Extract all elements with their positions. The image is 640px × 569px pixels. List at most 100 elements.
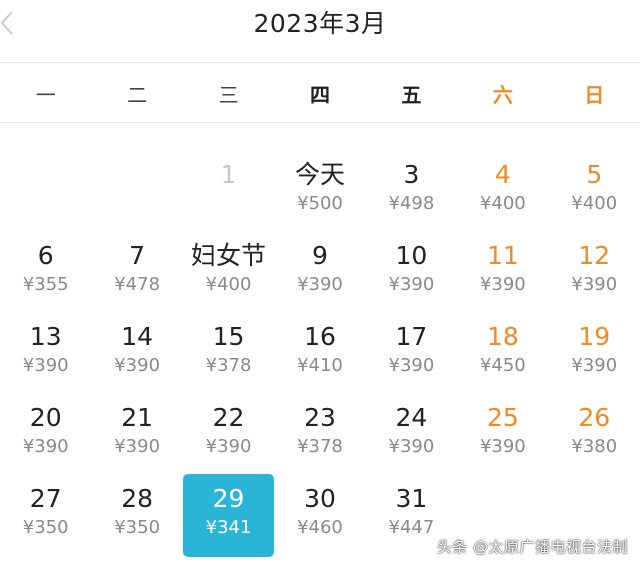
day-number: 29	[212, 484, 245, 513]
day-number: 4	[494, 160, 511, 189]
weekday-fri: 五	[401, 82, 422, 107]
day-cell[interactable]: 18 ¥450	[457, 312, 548, 393]
day-cell[interactable]: 21 ¥390	[91, 393, 182, 474]
day-number: 14	[121, 322, 154, 351]
day-price: ¥350	[114, 517, 161, 538]
day-cell[interactable]: 11 ¥390	[457, 231, 548, 312]
day-cell[interactable]: 13 ¥390	[0, 312, 91, 393]
day-cell[interactable]: 今天 ¥500	[274, 150, 365, 231]
day-number: 20	[29, 403, 62, 432]
weekday-row: 一 二 三 四 五 六 日	[0, 62, 640, 123]
weekday-tue: 二	[127, 82, 148, 107]
day-number: 3	[403, 160, 420, 189]
day-cell[interactable]: 20 ¥390	[0, 393, 91, 474]
day-number: 12	[578, 241, 611, 270]
day-price: ¥390	[571, 355, 618, 376]
day-cell-empty	[91, 150, 182, 231]
day-price: ¥378	[297, 436, 343, 457]
day-cell[interactable]: 22 ¥390	[183, 393, 274, 474]
day-price: ¥500	[297, 193, 343, 214]
day-number: 10	[395, 241, 428, 270]
day-cell[interactable]: 30 ¥460	[274, 474, 365, 555]
month-title: 2023年3月	[253, 9, 387, 38]
day-cell[interactable]: 26 ¥380	[549, 393, 640, 474]
watermark: 头条 @太原广播电视台法制	[436, 538, 628, 556]
day-cell[interactable]: 23 ¥378	[274, 393, 365, 474]
day-cell[interactable]: 6 ¥355	[0, 231, 91, 312]
day-price: ¥447	[388, 517, 435, 538]
day-cell[interactable]: 24 ¥390	[366, 393, 457, 474]
day-price: ¥400	[479, 193, 526, 214]
day-price: ¥350	[22, 517, 69, 538]
day-number: 妇女节	[191, 241, 267, 270]
day-cell[interactable]: 25 ¥390	[457, 393, 548, 474]
day-cell: 1	[183, 150, 274, 231]
day-number: 9	[312, 241, 328, 270]
day-price: ¥400	[571, 193, 618, 214]
day-price: ¥380	[571, 436, 618, 457]
day-price: ¥390	[22, 436, 69, 457]
day-number: 22	[212, 403, 245, 432]
day-price: ¥478	[114, 274, 161, 295]
day-cell[interactable]: 3 ¥498	[366, 150, 457, 231]
day-number: 5	[586, 160, 603, 189]
day-cell[interactable]: 4 ¥400	[457, 150, 548, 231]
day-price: ¥378	[205, 355, 252, 376]
calendar-header: 2023年3月	[0, 0, 640, 63]
calendar-grid: 1 今天 ¥500 3 ¥498 4 ¥400 5 ¥400 6 ¥355 7 ¥478 妇女节 ¥400 9…	[0, 150, 640, 557]
day-price: ¥390	[114, 436, 161, 457]
day-cell[interactable]: 10 ¥390	[366, 231, 457, 312]
day-cell-selected[interactable]: 29 ¥341	[182, 474, 275, 557]
day-price: ¥498	[388, 193, 435, 214]
day-cell[interactable]: 16 ¥410	[274, 312, 365, 393]
day-price: ¥390	[114, 355, 161, 376]
day-price: ¥450	[479, 355, 526, 376]
day-cell[interactable]: 12 ¥390	[549, 231, 640, 312]
day-number: 28	[121, 484, 154, 513]
weekday-sun: 日	[584, 82, 605, 107]
day-cell[interactable]: 14 ¥390	[91, 312, 182, 393]
day-price: ¥390	[388, 355, 435, 376]
day-price: ¥390	[388, 436, 435, 457]
weekday-mon: 一	[35, 82, 56, 107]
day-number: 31	[395, 484, 428, 513]
day-number: 26	[578, 403, 611, 432]
day-number: 7	[129, 241, 146, 270]
day-number: 25	[486, 403, 519, 432]
day-price: ¥390	[571, 274, 618, 295]
day-price: ¥390	[479, 436, 526, 457]
day-cell-empty	[0, 150, 91, 231]
day-price: ¥355	[22, 274, 69, 295]
day-cell[interactable]: 19 ¥390	[549, 312, 640, 393]
day-number: 15	[212, 322, 245, 351]
day-cell[interactable]: 15 ¥378	[183, 312, 274, 393]
day-number: 21	[121, 403, 154, 432]
day-number: 16	[304, 322, 336, 351]
day-number: 19	[578, 322, 611, 351]
day-price: ¥400	[205, 274, 252, 295]
day-number: 23	[304, 403, 336, 432]
day-cell[interactable]: 7 ¥478	[91, 231, 182, 312]
day-price: ¥390	[479, 274, 526, 295]
weekday-thu: 四	[309, 82, 330, 107]
day-cell[interactable]: 妇女节 ¥400	[183, 231, 274, 312]
day-price: ¥390	[22, 355, 69, 376]
day-cell[interactable]: 27 ¥350	[0, 474, 91, 555]
day-price: ¥341	[205, 517, 252, 538]
day-price: ¥460	[297, 517, 343, 538]
day-number: 今天	[294, 160, 345, 189]
day-cell[interactable]: 17 ¥390	[366, 312, 457, 393]
day-number: 13	[29, 322, 62, 351]
day-cell[interactable]: 28 ¥350	[91, 474, 182, 555]
day-number: 11	[486, 241, 519, 270]
day-cell[interactable]: 9 ¥390	[274, 231, 365, 312]
day-number: 24	[395, 403, 428, 432]
day-number: 17	[395, 322, 428, 351]
day-number: 1	[220, 160, 237, 189]
weekday-wed: 三	[218, 82, 239, 107]
weekday-sat: 六	[492, 82, 513, 107]
day-cell[interactable]: 5 ¥400	[549, 150, 640, 231]
day-price: ¥390	[388, 274, 435, 295]
day-price: ¥390	[297, 274, 343, 295]
day-number: 6	[37, 241, 54, 270]
